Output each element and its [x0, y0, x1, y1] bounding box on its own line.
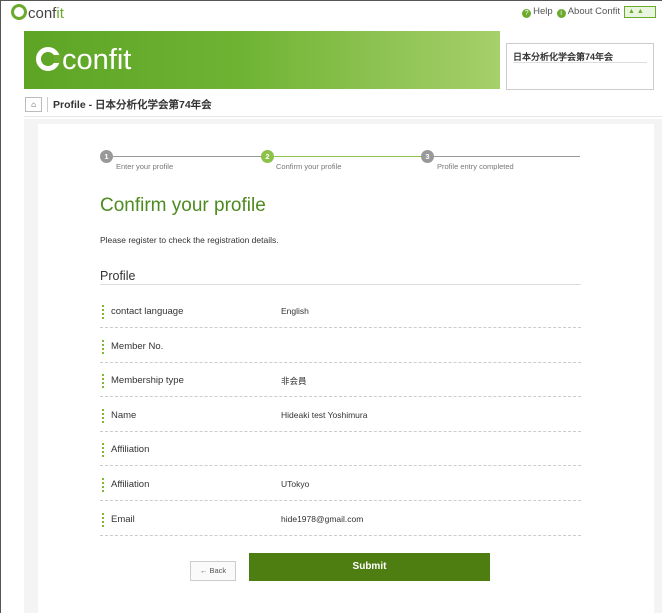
- row-marker-icon: [102, 340, 104, 354]
- event-info-box: 日本分析化学会第74年会: [506, 43, 654, 90]
- row-marker-icon: [102, 305, 104, 319]
- top-bar: confit ? Help i About Confit ▲ ▲: [0, 0, 662, 24]
- step-connector-3: [434, 156, 580, 157]
- user-icon: ▲ ▲: [628, 8, 644, 15]
- about-label: About Confit: [567, 6, 620, 17]
- help-label: Help: [533, 6, 553, 17]
- home-icon: ⌂: [31, 100, 36, 109]
- about-link[interactable]: i About Confit: [556, 6, 620, 18]
- step-connector-1: [112, 156, 262, 157]
- field-value: UTokyo: [281, 479, 310, 489]
- confit-logo-mark: [11, 4, 27, 20]
- field-label: Affiliation: [111, 444, 150, 455]
- field-label: Name: [111, 410, 137, 421]
- section-divider: [100, 284, 581, 285]
- row-marker-icon: [102, 513, 104, 527]
- divider: [513, 62, 647, 63]
- profile-row-member-no: Member No.: [100, 328, 581, 363]
- breadcrumb-title: Profile - 日本分析化学会第74年会: [53, 99, 212, 111]
- help-icon: ?: [522, 9, 532, 18]
- profile-row-email: Email hide1978@gmail.com: [100, 501, 581, 536]
- profile-row-affiliation: Affiliation: [100, 431, 581, 466]
- row-marker-icon: [102, 374, 104, 388]
- step-1-dot: 1: [100, 150, 113, 163]
- info-icon: i: [556, 9, 566, 18]
- field-label: Email: [111, 514, 135, 525]
- logo-text-a: conf: [28, 5, 57, 22]
- banner-logo-text: confit: [62, 44, 132, 76]
- profile-row-membership-type: Membership type 非会員: [100, 362, 581, 397]
- field-label: Membership type: [111, 375, 184, 386]
- field-label: contact language: [111, 306, 184, 317]
- profile-row-name: Name Hideaki test Yoshimura: [100, 397, 581, 432]
- help-link[interactable]: ? Help: [522, 6, 553, 18]
- event-banner: confit: [24, 31, 500, 89]
- field-value: hide1978@gmail.com: [281, 514, 364, 524]
- step-2-dot: 2: [261, 150, 274, 163]
- window-border: [0, 0, 1, 613]
- page-subtitle: Please register to check the registratio…: [100, 235, 279, 245]
- field-value: 非会員: [281, 376, 307, 386]
- step-3-label: Profile entry completed: [437, 162, 514, 171]
- user-menu-button[interactable]: ▲ ▲: [624, 6, 656, 18]
- banner-logo-mark: [36, 47, 61, 71]
- breadcrumb-separator: [47, 97, 48, 112]
- section-title: Profile: [100, 269, 136, 283]
- field-label: Affiliation: [111, 479, 150, 490]
- step-3-dot: 3: [421, 150, 434, 163]
- row-marker-icon: [102, 478, 104, 492]
- step-1-label: Enter your profile: [116, 162, 174, 171]
- confit-logo[interactable]: confit: [11, 4, 64, 23]
- top-links: ? Help i About Confit ▲ ▲: [522, 6, 656, 18]
- page-title: Confirm your profile: [100, 195, 266, 216]
- step-2-label: Confirm your profile: [276, 162, 342, 171]
- field-label: Member No.: [111, 341, 164, 352]
- divider: [24, 116, 662, 117]
- row-marker-icon: [102, 443, 104, 457]
- field-value: English: [281, 306, 309, 316]
- home-button[interactable]: ⌂: [25, 97, 42, 112]
- field-value: Hideaki test Yoshimura: [281, 410, 368, 420]
- row-marker-icon: [102, 409, 104, 423]
- profile-row-affiliation-2: Affiliation UTokyo: [100, 466, 581, 501]
- back-button[interactable]: ← Back: [190, 561, 236, 581]
- banner-logo: confit: [36, 45, 131, 75]
- breadcrumb: ⌂ Profile - 日本分析化学会第74年会: [25, 97, 212, 112]
- submit-button[interactable]: Submit: [249, 553, 490, 581]
- step-connector-2: [274, 156, 422, 157]
- logo-text-b: it: [56, 5, 64, 22]
- profile-row-contact-language: contact language English: [100, 293, 581, 328]
